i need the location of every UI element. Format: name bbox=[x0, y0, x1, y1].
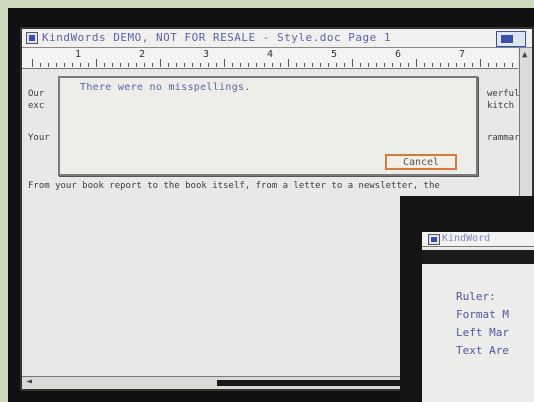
ruler-tick bbox=[512, 63, 513, 67]
ruler-tick bbox=[168, 63, 169, 67]
menu-item[interactable]: Left Mar bbox=[456, 326, 509, 339]
ruler-tick bbox=[48, 63, 49, 67]
ruler[interactable]: 1 2 3 4 5 6 7 bbox=[22, 48, 521, 69]
doc-line: Our bbox=[28, 89, 45, 99]
ruler-tick bbox=[96, 59, 97, 67]
ruler-tick bbox=[160, 59, 161, 67]
close-icon[interactable] bbox=[26, 32, 38, 44]
ruler-number: 5 bbox=[331, 49, 338, 60]
ruler-tick bbox=[32, 59, 33, 67]
ruler-tick bbox=[216, 63, 217, 67]
ruler-tick bbox=[112, 63, 113, 67]
close-icon[interactable] bbox=[428, 234, 440, 245]
ruler-tick bbox=[440, 63, 441, 67]
ruler-number: 7 bbox=[459, 49, 466, 60]
ruler-tick bbox=[280, 63, 281, 67]
doc-line-fragment: kitch bbox=[487, 101, 515, 111]
ruler-tick bbox=[72, 63, 73, 67]
ruler-tick bbox=[56, 63, 57, 67]
ruler-tick bbox=[224, 59, 225, 67]
ruler-tick bbox=[200, 63, 201, 67]
ruler-tick bbox=[288, 59, 289, 67]
ruler-tick bbox=[232, 63, 233, 67]
ruler-tick bbox=[256, 63, 257, 67]
ruler-tick bbox=[360, 63, 361, 67]
ruler-tick bbox=[40, 63, 41, 67]
ruler-tick bbox=[376, 63, 377, 67]
menu-item[interactable]: Text Are bbox=[456, 344, 509, 357]
ruler-tick bbox=[304, 63, 305, 67]
ruler-tick bbox=[352, 59, 353, 67]
ruler-number: 2 bbox=[139, 49, 146, 60]
ruler-tick bbox=[264, 63, 265, 67]
ruler-tick bbox=[240, 63, 241, 67]
doc-line: Your bbox=[28, 133, 50, 143]
photo-frame: KindWords DEMO, NOT FOR RESALE - Style.d… bbox=[0, 0, 534, 402]
ruler-tick bbox=[448, 63, 449, 67]
ruler-tick bbox=[464, 63, 465, 67]
spell-check-dialog: There were no misspellings. Cancel bbox=[58, 76, 478, 176]
ruler-tick bbox=[104, 63, 105, 67]
ruler-tick bbox=[424, 63, 425, 67]
ruler-tick bbox=[248, 63, 249, 67]
depth-gadget-icon[interactable] bbox=[496, 31, 526, 47]
second-window-title: KindWord bbox=[442, 233, 491, 244]
doc-line: exc bbox=[28, 101, 45, 111]
ruler-tick bbox=[336, 63, 337, 67]
ruler-tick bbox=[128, 63, 129, 67]
ruler-tick bbox=[408, 63, 409, 67]
ruler-tick bbox=[456, 63, 457, 67]
ruler-number: 3 bbox=[203, 49, 210, 60]
window-title: KindWords DEMO, NOT FOR RESALE - Style.d… bbox=[42, 31, 392, 44]
ruler-tick bbox=[400, 63, 401, 67]
ruler-tick bbox=[272, 63, 273, 67]
ruler-tick bbox=[120, 63, 121, 67]
doc-line-fragment: werful bbox=[487, 89, 520, 99]
ruler-tick bbox=[80, 63, 81, 67]
ruler-tick bbox=[320, 63, 321, 67]
ruler-tick bbox=[144, 63, 145, 67]
ruler-tick bbox=[488, 63, 489, 67]
scroll-up-icon[interactable]: ▲ bbox=[522, 50, 527, 60]
second-window-title-bar[interactable]: KindWord bbox=[422, 232, 534, 247]
scroll-left-icon[interactable]: ◄ bbox=[26, 376, 32, 387]
ruler-number: 1 bbox=[75, 49, 82, 60]
ruler-tick bbox=[392, 63, 393, 67]
ruler-number: 4 bbox=[267, 49, 274, 60]
ruler-tick bbox=[344, 63, 345, 67]
menu-item[interactable]: Ruler: bbox=[456, 290, 496, 303]
ruler-tick bbox=[136, 63, 137, 67]
title-bar[interactable]: KindWords DEMO, NOT FOR RESALE - Style.d… bbox=[22, 29, 532, 48]
ruler-tick bbox=[472, 63, 473, 67]
ruler-tick bbox=[384, 63, 385, 67]
cancel-button[interactable]: Cancel bbox=[385, 154, 457, 170]
ruler-tick bbox=[368, 63, 369, 67]
doc-line-fragment: rammar bbox=[487, 133, 520, 143]
menu-band bbox=[422, 250, 534, 264]
ruler-tick bbox=[296, 63, 297, 67]
second-window: KindWord Ruler: Format M Left Mar Text A… bbox=[400, 196, 534, 402]
ruler-tick bbox=[480, 59, 481, 67]
ruler-tick bbox=[416, 59, 417, 67]
ruler-tick bbox=[496, 63, 497, 67]
ruler-tick bbox=[432, 63, 433, 67]
doc-line: From your book report to the book itself… bbox=[28, 181, 440, 191]
ruler-tick bbox=[64, 63, 65, 67]
dialog-message: There were no misspellings. bbox=[80, 82, 251, 93]
menu-item[interactable]: Format M bbox=[456, 308, 509, 321]
ruler-tick bbox=[88, 63, 89, 67]
ruler-tick bbox=[312, 63, 313, 67]
ruler-tick bbox=[504, 63, 505, 67]
ruler-tick bbox=[152, 63, 153, 67]
ruler-tick bbox=[208, 63, 209, 67]
ruler-tick bbox=[328, 63, 329, 67]
ruler-tick bbox=[176, 63, 177, 67]
ruler-tick bbox=[192, 63, 193, 67]
second-window-body: KindWord Ruler: Format M Left Mar Text A… bbox=[422, 232, 534, 402]
ruler-number: 6 bbox=[395, 49, 402, 60]
ruler-tick bbox=[184, 63, 185, 67]
